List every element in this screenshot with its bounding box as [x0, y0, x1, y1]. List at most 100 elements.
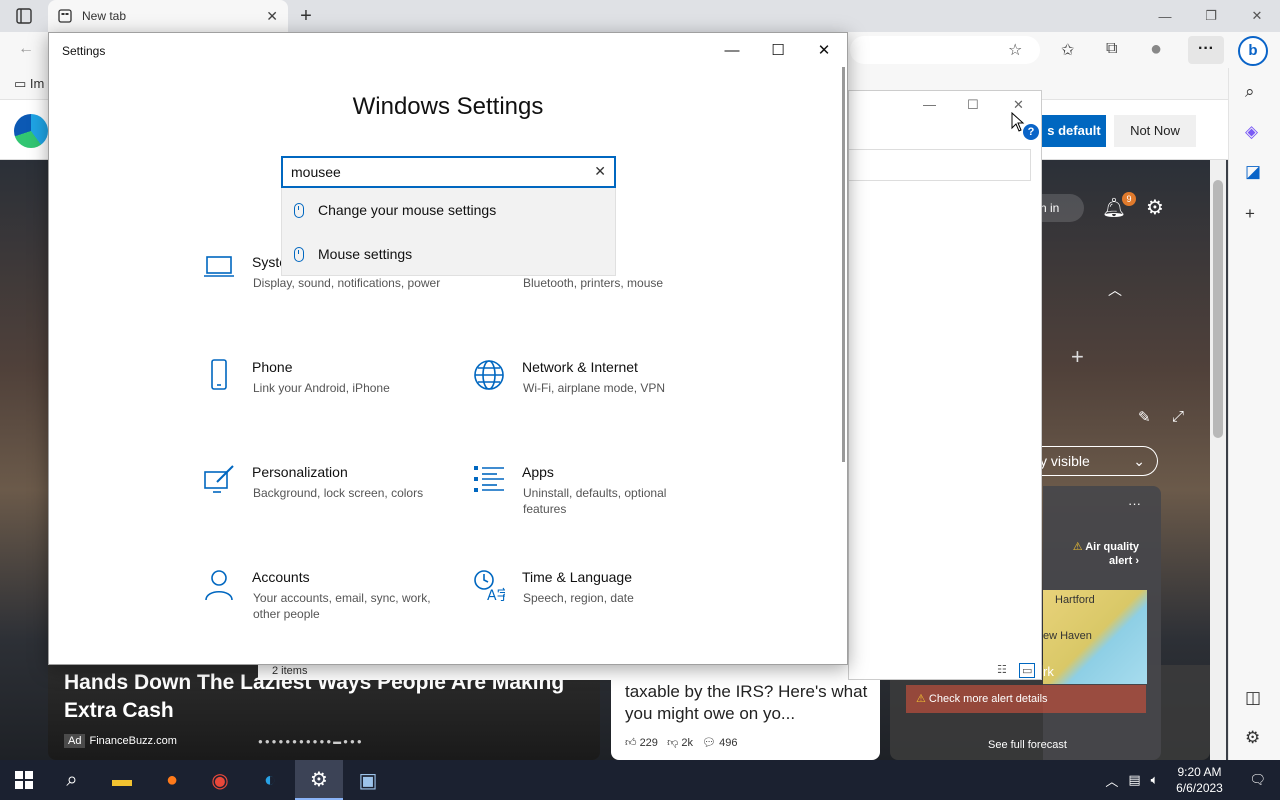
tab-actions-icon[interactable]	[8, 6, 40, 26]
tray-chevron-up-icon[interactable]: ︿	[1100, 771, 1123, 790]
close-icon[interactable]: ✕	[1234, 0, 1280, 32]
phone-icon	[202, 359, 236, 393]
category-apps[interactable]: Apps Uninstall, defaults, optional featu…	[472, 464, 732, 534]
weather-card[interactable]: ··· ⚠ Air quality alert › Hartford ew Ha…	[1043, 486, 1161, 760]
news-card-irs[interactable]: taxable by the IRS? Here's what you migh…	[611, 675, 880, 760]
sidebar-settings-icon[interactable]: ⚙	[1245, 728, 1260, 748]
reaction-stats: 👍︎ 229 👎︎ 2k 💬︎ 496	[625, 736, 738, 749]
search-icon[interactable]: ⌕	[1245, 82, 1255, 102]
set-default-button[interactable]: s default	[1042, 115, 1106, 147]
large-icons-view-icon[interactable]: ▭	[1019, 663, 1036, 678]
scrollbar-thumb[interactable]	[1213, 180, 1223, 438]
see-full-forecast-link[interactable]: See full forecast	[988, 739, 1067, 751]
network-icon[interactable]: ▤	[1123, 772, 1145, 788]
settings-scrollbar[interactable]	[842, 67, 845, 462]
air-quality-label: Air quality alert	[1085, 541, 1139, 567]
favorites-icon[interactable]: ✩	[1061, 40, 1074, 60]
svg-text:A字: A字	[487, 588, 505, 601]
mouse-icon	[294, 246, 304, 262]
weather-map[interactable]: Hartford ew Haven rk	[1043, 590, 1147, 684]
settings-search-box[interactable]: ✕	[281, 156, 616, 188]
comment-icon[interactable]: 💬︎	[702, 737, 716, 749]
category-description: Background, lock screen, colors	[253, 486, 424, 500]
help-icon[interactable]: ?	[1023, 124, 1039, 140]
page-settings-gear-icon[interactable]: ⚙	[1146, 195, 1164, 220]
outlook-icon[interactable]: ◪	[1245, 162, 1261, 182]
minimize-icon[interactable]: —	[923, 97, 936, 112]
taskbar-search-icon[interactable]: ⌕	[48, 760, 96, 800]
category-title: Network & Internet	[522, 359, 638, 375]
visibility-label: y visible	[1040, 453, 1090, 469]
suggestion-item[interactable]: Mouse settings	[282, 232, 615, 276]
add-shortcut-icon[interactable]: +	[1071, 344, 1084, 370]
new-tab-button[interactable]: +	[292, 2, 320, 30]
tools-icon[interactable]: ◈	[1245, 122, 1258, 142]
file-explorer-icon[interactable]: ▬	[98, 760, 146, 800]
profile-avatar-icon[interactable]: ●	[1150, 38, 1162, 61]
tab-title: New tab	[82, 9, 127, 23]
settings-taskbar-icon[interactable]: ⚙	[295, 760, 343, 800]
volume-icon[interactable]: 🔈︎	[1146, 772, 1164, 788]
category-title: Personalization	[252, 464, 348, 480]
favorite-star-icon[interactable]: ☆	[1008, 40, 1022, 60]
suggestion-item[interactable]: Change your mouse settings	[282, 188, 615, 232]
start-button[interactable]	[0, 760, 48, 800]
alert-details-link[interactable]: ⚠ Check more alert details	[906, 685, 1146, 713]
laptop-icon	[202, 254, 236, 288]
minimize-icon[interactable]: —	[1142, 0, 1188, 32]
back-arrow-icon[interactable]: ←	[18, 40, 34, 58]
thumbs-down-icon[interactable]: 👎︎	[667, 737, 678, 749]
expand-icon[interactable]: ⤢	[1172, 408, 1184, 425]
add-sidebar-icon[interactable]: +	[1245, 204, 1255, 224]
firefox-icon[interactable]: ●	[148, 760, 196, 800]
clock[interactable]: 9:20 AM 6/6/2023	[1163, 764, 1235, 796]
content-visibility-dropdown[interactable]: y visible ⌄	[1040, 446, 1158, 476]
bing-chat-icon[interactable]: b	[1238, 36, 1268, 66]
settings-more-icon[interactable]: ···	[1188, 36, 1224, 64]
collections-icon[interactable]: ⧉	[1106, 40, 1117, 58]
sign-in-button[interactable]: n in	[1040, 194, 1084, 222]
category-description: Wi-Fi, airplane mode, VPN	[523, 381, 666, 395]
thumbs-up-icon[interactable]: 👍︎	[625, 737, 637, 749]
category-description: Link your Android, iPhone	[253, 381, 390, 395]
minimize-icon[interactable]: —	[709, 33, 755, 67]
item-count: 2 items	[272, 665, 308, 677]
settings-titlebar[interactable]: Settings — ☐ ✕	[49, 33, 847, 67]
not-now-button[interactable]: Not Now	[1114, 115, 1196, 147]
close-icon[interactable]: ✕	[801, 33, 847, 67]
window-title: Settings	[62, 44, 106, 58]
restore-icon[interactable]: ❐	[1188, 0, 1234, 32]
warning-icon: ⚠	[1072, 541, 1086, 553]
category-phone[interactable]: Phone Link your Android, iPhone	[202, 359, 462, 429]
category-accounts[interactable]: Accounts Your accounts, email, sync, wor…	[202, 569, 462, 639]
category-time-language[interactable]: A字 Time & Language Speech, region, date	[472, 569, 732, 639]
system-tray: ︿ ▤ 🔈︎ 9:20 AM 6/6/2023 🗨︎	[1100, 760, 1280, 800]
browser-window-controls: — ❐ ✕	[1142, 0, 1280, 32]
notification-count-badge: 9	[1122, 192, 1136, 206]
maximize-icon[interactable]: ☐	[967, 97, 979, 113]
favorites-import-item[interactable]: ▭ Im	[14, 76, 44, 92]
chevron-up-icon[interactable]: ︿	[1108, 280, 1122, 300]
details-view-icon[interactable]: ☷	[997, 663, 1007, 676]
action-center-icon[interactable]: 🗨︎	[1235, 772, 1280, 788]
page-scrollbar[interactable]	[1210, 160, 1226, 760]
category-personalization[interactable]: Personalization Background, lock screen,…	[202, 464, 462, 534]
address-field[interactable]	[849, 149, 1031, 181]
browser-tab[interactable]: New tab ✕	[48, 0, 288, 32]
close-tab-icon[interactable]: ✕	[266, 8, 278, 25]
carousel-pager[interactable]: ●●●●●●●●●●●▬●●●	[258, 737, 364, 746]
category-network[interactable]: Network & Internet Wi-Fi, airplane mode,…	[472, 359, 732, 429]
search-input[interactable]	[291, 162, 581, 182]
air-quality-alert[interactable]: ⚠ Air quality alert ›	[1069, 540, 1139, 568]
chrome-icon[interactable]: ◉	[196, 760, 244, 800]
close-icon[interactable]: ✕	[1013, 97, 1024, 113]
edit-background-icon[interactable]: ✎	[1138, 408, 1151, 426]
clear-search-icon[interactable]: ✕	[594, 163, 606, 180]
more-options-icon[interactable]: ···	[1128, 496, 1141, 511]
control-panel-icon[interactable]: ▣	[344, 760, 392, 800]
browser-sidebar: ⌕ ◈ ◪ + ◫ ⚙	[1228, 68, 1280, 760]
maximize-icon[interactable]: ☐	[755, 33, 801, 67]
sidebar-toggle-icon[interactable]: ◫	[1245, 688, 1261, 708]
edge-icon[interactable]: ◐	[246, 760, 294, 800]
clock-time: 9:20 AM	[1177, 765, 1222, 779]
